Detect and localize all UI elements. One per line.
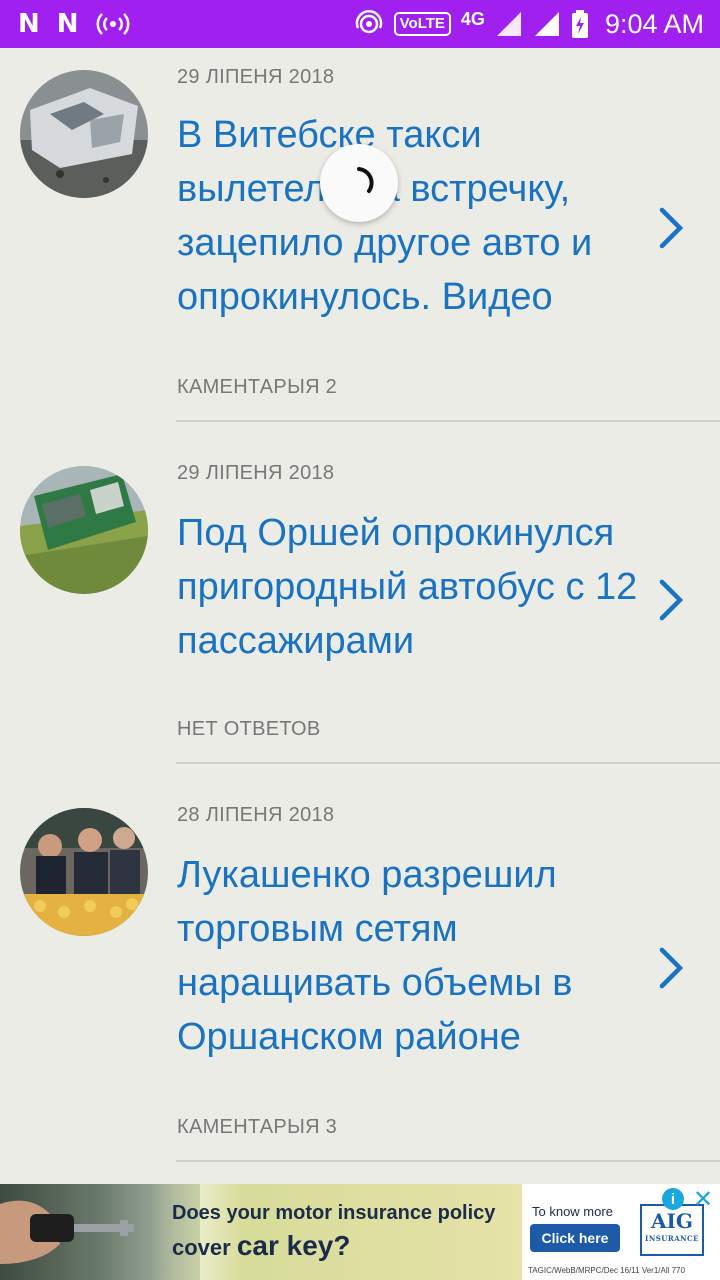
- comment-count[interactable]: НЕТ ОТВЕТОВ: [177, 718, 321, 741]
- ad-subheadline-prefix: cover: [172, 1235, 237, 1260]
- ad-headline: Does your motor insurance policy: [172, 1202, 496, 1224]
- ad-subheadline-emphasis: car key?: [236, 1230, 351, 1261]
- chevron-right-icon[interactable]: [654, 576, 690, 624]
- article-title[interactable]: Лукашенко разрешил торговым сетям наращи…: [177, 848, 647, 1064]
- article-thumbnail: [20, 466, 148, 594]
- article-feed[interactable]: 29 ЛІПЕНЯ 2018 В Витебске такси вылетело…: [0, 48, 720, 1184]
- wifi-calling-icon: [354, 9, 384, 39]
- signal-icon: [533, 10, 561, 38]
- battery-charging-icon: [571, 9, 589, 39]
- article-title[interactable]: Под Оршей опрокинулся пригородный автобу…: [177, 506, 647, 668]
- ad-info-icon[interactable]: i: [662, 1188, 684, 1210]
- status-bar: N N VoLTE 4G 9:04 AM: [0, 0, 720, 48]
- ad-click-here-button[interactable]: Click here: [530, 1224, 620, 1252]
- list-item-article[interactable]: 28 ЛІПЕНЯ 2018 Лукашенко разрешил торгов…: [0, 764, 720, 1164]
- article-thumbnail: [20, 70, 148, 198]
- ad-banner[interactable]: Does your motor insurance policy cover c…: [0, 1184, 720, 1280]
- article-thumbnail: [20, 808, 148, 936]
- aig-logo-text: AIG: [651, 1209, 693, 1233]
- comment-count[interactable]: КАМЕНТАРЫЯ 2: [177, 376, 337, 399]
- n-logo-icon: N: [56, 9, 79, 39]
- ad-fine-print: TAGIC/WebB/MRPC/Dec 16/11 Ver1/All 770: [528, 1266, 685, 1275]
- list-item-article[interactable]: 29 ЛІПЕНЯ 2018 В Витебске такси вылетело…: [0, 48, 720, 422]
- article-date: 29 ЛІПЕНЯ 2018: [177, 462, 335, 484]
- ad-close-icon[interactable]: ✕: [690, 1186, 716, 1213]
- hotspot-icon: [96, 11, 130, 37]
- signal-icon: [495, 10, 523, 38]
- ad-subheadline: cover car key?: [172, 1230, 350, 1262]
- loading-spinner: [320, 144, 398, 222]
- article-date: 29 ЛІПЕНЯ 2018: [177, 66, 335, 88]
- divider: [176, 1160, 720, 1162]
- ad-know-more: To know more: [532, 1204, 613, 1219]
- list-item-article[interactable]: 29 ЛІПЕНЯ 2018 Под Оршей опрокинулся при…: [0, 422, 720, 764]
- n-logo-icon: N: [18, 9, 40, 39]
- article-date: 28 ЛІПЕНЯ 2018: [177, 804, 335, 826]
- article-title[interactable]: В Витебске такси вылетело на встречку, з…: [177, 108, 647, 324]
- clock: 9:04 AM: [604, 8, 704, 39]
- chevron-right-icon[interactable]: [654, 204, 690, 252]
- comment-count[interactable]: КАМЕНТАРЫЯ 3: [177, 1116, 337, 1139]
- volte-badge: VoLTE: [393, 12, 451, 36]
- network-type: 4G: [460, 8, 485, 29]
- aig-logo-subtext: INSURANCE: [645, 1234, 699, 1243]
- chevron-right-icon[interactable]: [654, 944, 690, 992]
